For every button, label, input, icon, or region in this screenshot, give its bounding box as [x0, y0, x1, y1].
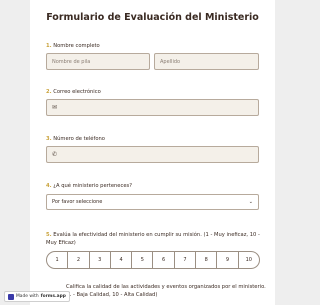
- question-number: 3.: [46, 136, 52, 142]
- last-name-input[interactable]: Apellido: [154, 53, 259, 70]
- first-name-placeholder: Nombre de pila: [52, 58, 91, 65]
- question-text: Califica la calidad de las actividades y…: [66, 284, 266, 298]
- rating-option-9[interactable]: 9: [217, 252, 239, 268]
- forms-app-logo-icon: [8, 293, 14, 300]
- question-5-label: 5. Evalúa la efectividad del ministerio …: [46, 231, 266, 247]
- rating-option-5[interactable]: 5: [132, 252, 154, 268]
- question-1-label: 1. Nombre completo: [46, 42, 266, 50]
- rating-option-7[interactable]: 7: [175, 252, 197, 268]
- rating-option-2[interactable]: 2: [68, 252, 90, 268]
- last-name-placeholder: Apellido: [160, 58, 181, 65]
- badge-prefix: Made with: [16, 294, 39, 299]
- question-number: 1.: [46, 43, 52, 49]
- ministry-select-value: Por favor seleccione: [52, 199, 103, 205]
- question-text: ¿A qué ministerio perteneces?: [53, 183, 132, 189]
- question-2-label: 2. Correo electrónico: [46, 88, 266, 96]
- question-text: Evalúa la efectividad del ministerio en …: [46, 232, 260, 246]
- rating-option-3[interactable]: 3: [90, 252, 111, 268]
- first-name-input[interactable]: Nombre de pila: [46, 53, 150, 70]
- rating-option-10[interactable]: 10: [239, 252, 259, 268]
- question-4-label: 4. ¿A qué ministerio perteneces?: [46, 182, 266, 190]
- question-number: 2.: [46, 89, 52, 95]
- made-with-badge[interactable]: Made with forms.app: [4, 291, 70, 302]
- rating-scale: 1 2 3 4 5 6 7 8 9 10: [46, 251, 260, 269]
- question-number: 5.: [46, 232, 52, 238]
- form-title: Formulario de Evaluación del Ministerio: [46, 12, 259, 23]
- question-text: Número de teléfono: [53, 136, 105, 142]
- form-card: Formulario de Evaluación del Ministerio …: [30, 0, 275, 305]
- question-3-label: 3. Número de teléfono: [46, 135, 266, 143]
- question-6-label: Califica la calidad de las actividades y…: [66, 283, 266, 299]
- rating-option-4[interactable]: 4: [111, 252, 133, 268]
- rating-option-1[interactable]: 1: [47, 252, 69, 268]
- phone-icon: ✆: [52, 151, 58, 158]
- rating-option-8[interactable]: 8: [196, 252, 218, 268]
- envelope-icon: ✉: [52, 104, 58, 111]
- question-text: Correo electrónico: [53, 89, 101, 95]
- phone-field[interactable]: ✆: [46, 146, 259, 163]
- rating-option-6[interactable]: 6: [153, 252, 175, 268]
- badge-brand: forms.app: [40, 294, 66, 299]
- chevron-down-icon: ⌄: [248, 199, 253, 205]
- question-text: Nombre completo: [53, 43, 100, 49]
- ministry-select[interactable]: Por favor seleccione ⌄: [46, 194, 259, 210]
- email-field[interactable]: ✉: [46, 99, 259, 116]
- question-number: 4.: [46, 183, 52, 189]
